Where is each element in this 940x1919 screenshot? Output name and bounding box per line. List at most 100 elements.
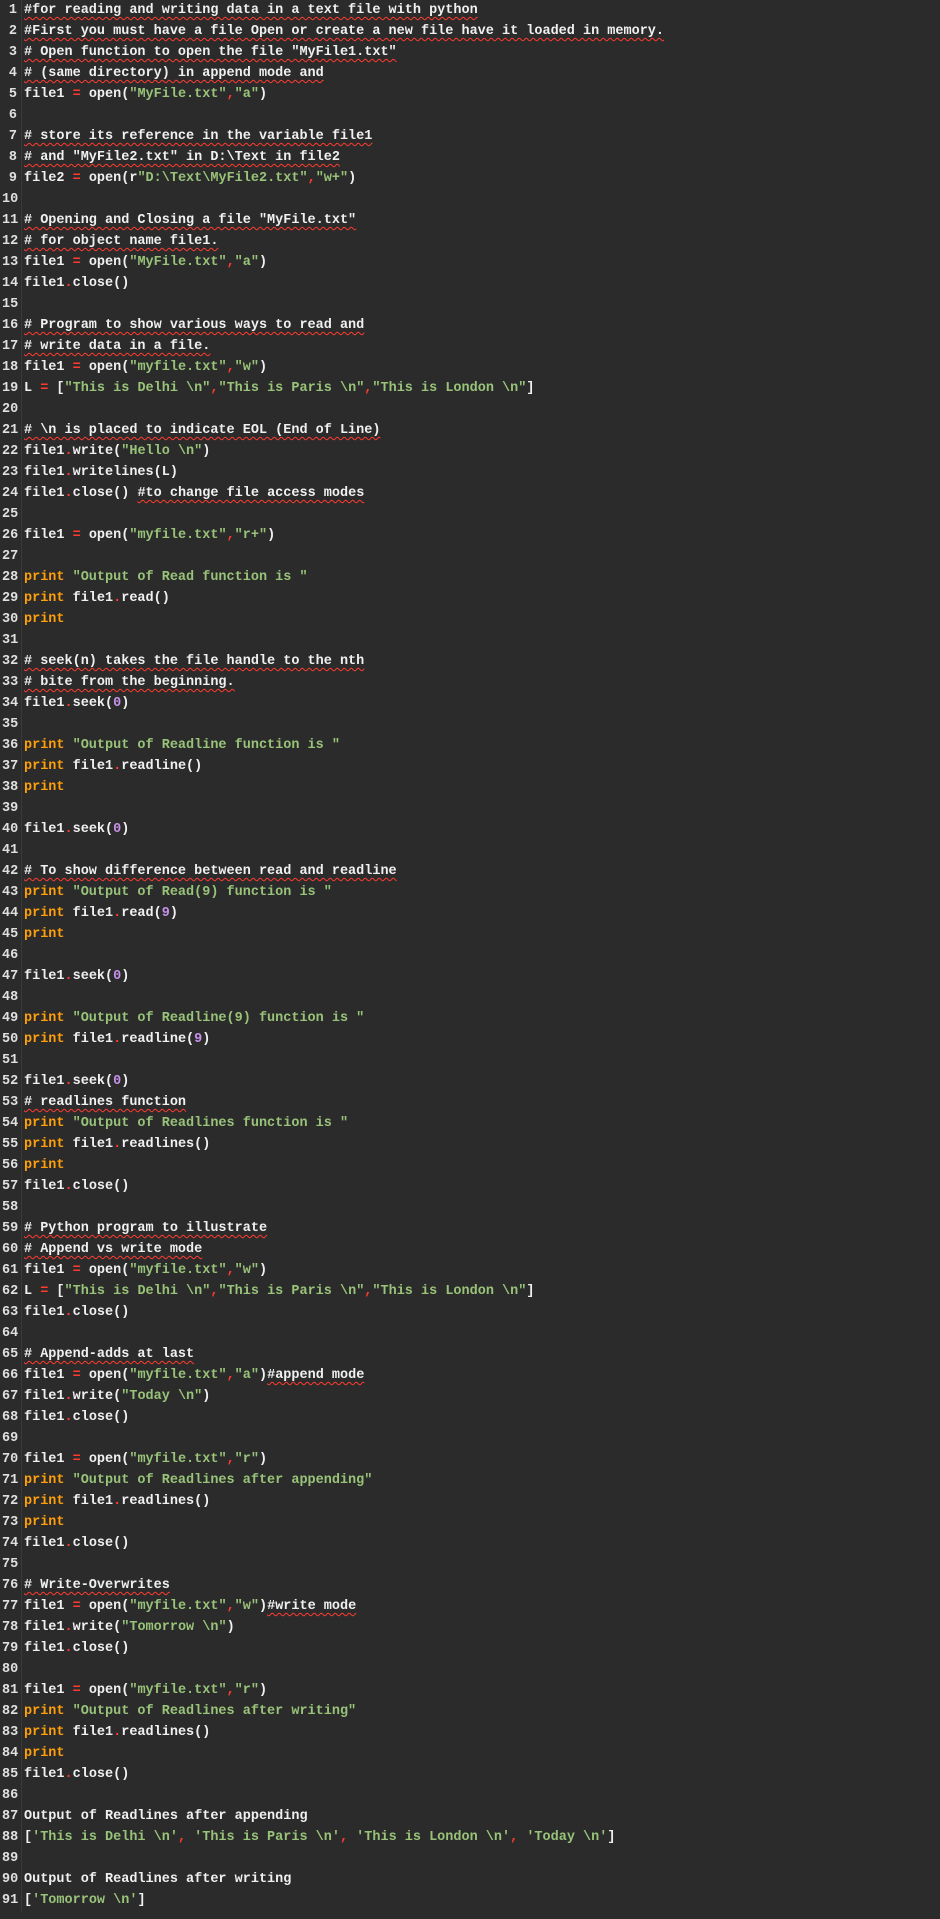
code-line[interactable]: # seek(n) takes the file handle to the n… xyxy=(24,651,664,672)
code-line[interactable]: # Open function to open the file "MyFile… xyxy=(24,42,664,63)
code-line[interactable]: Output of Readlines after writing xyxy=(24,1869,664,1890)
code-line[interactable]: file1 = open("myfile.txt","a")#append mo… xyxy=(24,1365,664,1386)
code-line[interactable]: # bite from the beginning. xyxy=(24,672,664,693)
code-line[interactable]: ['This is Delhi \n', 'This is Paris \n',… xyxy=(24,1827,664,1848)
code-line[interactable]: file1 = open("MyFile.txt","a") xyxy=(24,84,664,105)
code-line[interactable]: # To show difference between read and re… xyxy=(24,861,664,882)
code-line[interactable] xyxy=(24,504,664,525)
code-line[interactable]: file1.close() #to change file access mod… xyxy=(24,483,664,504)
code-line[interactable]: #for reading and writing data in a text … xyxy=(24,0,664,21)
code-line[interactable]: file1 = open("myfile.txt","w") xyxy=(24,1260,664,1281)
code-line[interactable]: # store its reference in the variable fi… xyxy=(24,126,664,147)
code-line[interactable] xyxy=(24,1659,664,1680)
code-line[interactable]: file1 = open("myfile.txt","w") xyxy=(24,357,664,378)
code-line[interactable]: print xyxy=(24,609,664,630)
code-line[interactable]: file1 = open("myfile.txt","w")#write mod… xyxy=(24,1596,664,1617)
code-line[interactable]: print "Output of Readlines after appendi… xyxy=(24,1470,664,1491)
code-line[interactable]: file1.seek(0) xyxy=(24,819,664,840)
code-line[interactable] xyxy=(24,1848,664,1869)
code-line[interactable]: print file1.read(9) xyxy=(24,903,664,924)
code-line[interactable]: # Append-adds at last xyxy=(24,1344,664,1365)
code-line[interactable]: print file1.readlines() xyxy=(24,1491,664,1512)
keyword-token: print xyxy=(24,1137,73,1152)
code-line[interactable]: print xyxy=(24,777,664,798)
code-line[interactable] xyxy=(24,1323,664,1344)
code-line[interactable] xyxy=(24,714,664,735)
code-line[interactable]: print file1.readline() xyxy=(24,756,664,777)
code-line[interactable] xyxy=(24,630,664,651)
code-line[interactable] xyxy=(24,546,664,567)
code-line[interactable] xyxy=(24,105,664,126)
code-line[interactable]: file1.seek(0) xyxy=(24,693,664,714)
code-token: write xyxy=(73,444,114,459)
code-line[interactable]: print "Output of Readlines after writing… xyxy=(24,1701,664,1722)
code-line[interactable]: file1.write("Hello \n") xyxy=(24,441,664,462)
code-line[interactable]: print file1.readlines() xyxy=(24,1722,664,1743)
code-line[interactable]: print "Output of Read function is " xyxy=(24,567,664,588)
code-line[interactable]: #First you must have a file Open or crea… xyxy=(24,21,664,42)
code-line[interactable]: print "Output of Readline function is " xyxy=(24,735,664,756)
code-line[interactable]: print "Output of Readline(9) function is… xyxy=(24,1008,664,1029)
code-line[interactable]: file1.write("Today \n") xyxy=(24,1386,664,1407)
code-line[interactable] xyxy=(24,294,664,315)
code-line[interactable] xyxy=(24,840,664,861)
code-line[interactable]: L = ["This is Delhi \n","This is Paris \… xyxy=(24,378,664,399)
code-line[interactable]: # (same directory) in append mode and xyxy=(24,63,664,84)
code-line[interactable]: # readlines function xyxy=(24,1092,664,1113)
code-line[interactable] xyxy=(24,1428,664,1449)
code-line[interactable] xyxy=(24,1050,664,1071)
code-line[interactable]: print file1.read() xyxy=(24,588,664,609)
code-line[interactable]: # write data in a file. xyxy=(24,336,664,357)
code-line[interactable]: # \n is placed to indicate EOL (End of L… xyxy=(24,420,664,441)
code-token: ) xyxy=(170,465,178,480)
code-line[interactable]: file1.close() xyxy=(24,273,664,294)
code-line[interactable]: file1.close() xyxy=(24,1302,664,1323)
code-line[interactable]: file1.close() xyxy=(24,1638,664,1659)
code-line[interactable]: file1 = open("myfile.txt","r+") xyxy=(24,525,664,546)
code-line[interactable]: # Python program to illustrate xyxy=(24,1218,664,1239)
code-line[interactable]: print xyxy=(24,1512,664,1533)
line-number: 64 xyxy=(2,1323,17,1344)
code-line[interactable]: file2 = open(r"D:\Text\MyFile2.txt","w+"… xyxy=(24,168,664,189)
code-line[interactable]: # Write-Overwrites xyxy=(24,1575,664,1596)
code-line[interactable]: file1.write("Tomorrow \n") xyxy=(24,1617,664,1638)
code-line[interactable] xyxy=(24,1554,664,1575)
code-line[interactable]: # and "MyFile2.txt" in D:\Text in file2 xyxy=(24,147,664,168)
code-line[interactable]: print "Output of Read(9) function is " xyxy=(24,882,664,903)
code-line[interactable]: file1 = open("myfile.txt","r") xyxy=(24,1680,664,1701)
operator-token: , xyxy=(227,528,235,543)
code-line[interactable] xyxy=(24,189,664,210)
code-line[interactable]: L = ["This is Delhi \n","This is Paris \… xyxy=(24,1281,664,1302)
code-line[interactable]: file1.close() xyxy=(24,1533,664,1554)
code-line[interactable]: print xyxy=(24,1743,664,1764)
code-line[interactable]: file1.close() xyxy=(24,1407,664,1428)
code-editor-content[interactable]: #for reading and writing data in a text … xyxy=(22,0,664,1911)
code-line[interactable] xyxy=(24,1785,664,1806)
code-line[interactable]: Output of Readlines after appending xyxy=(24,1806,664,1827)
code-line[interactable]: print "Output of Readlines function is " xyxy=(24,1113,664,1134)
code-line[interactable]: ['Tomorrow \n'] xyxy=(24,1890,664,1911)
code-line[interactable] xyxy=(24,798,664,819)
code-line[interactable]: # Append vs write mode xyxy=(24,1239,664,1260)
code-line[interactable]: file1.close() xyxy=(24,1764,664,1785)
code-line[interactable]: # Opening and Closing a file "MyFile.txt… xyxy=(24,210,664,231)
code-line[interactable]: file1.seek(0) xyxy=(24,1071,664,1092)
code-line[interactable]: file1.writelines(L) xyxy=(24,462,664,483)
code-line[interactable]: print file1.readlines() xyxy=(24,1134,664,1155)
code-token: ) xyxy=(348,171,356,186)
code-line[interactable]: print xyxy=(24,924,664,945)
code-line[interactable] xyxy=(24,987,664,1008)
code-line[interactable]: file1.seek(0) xyxy=(24,966,664,987)
code-line[interactable]: # for object name file1. xyxy=(24,231,664,252)
code-line[interactable] xyxy=(24,1197,664,1218)
code-line[interactable]: # Program to show various ways to read a… xyxy=(24,315,664,336)
code-line[interactable]: file1 = open("myfile.txt","r") xyxy=(24,1449,664,1470)
code-line[interactable]: file1.close() xyxy=(24,1176,664,1197)
code-line[interactable] xyxy=(24,945,664,966)
code-line[interactable]: print file1.readline(9) xyxy=(24,1029,664,1050)
code-line[interactable]: file1 = open("MyFile.txt","a") xyxy=(24,252,664,273)
string-token: "This is Delhi \n" xyxy=(65,1284,211,1299)
code-line[interactable] xyxy=(24,399,664,420)
code-line[interactable]: print xyxy=(24,1155,664,1176)
string-token: "myfile.txt" xyxy=(129,1452,226,1467)
